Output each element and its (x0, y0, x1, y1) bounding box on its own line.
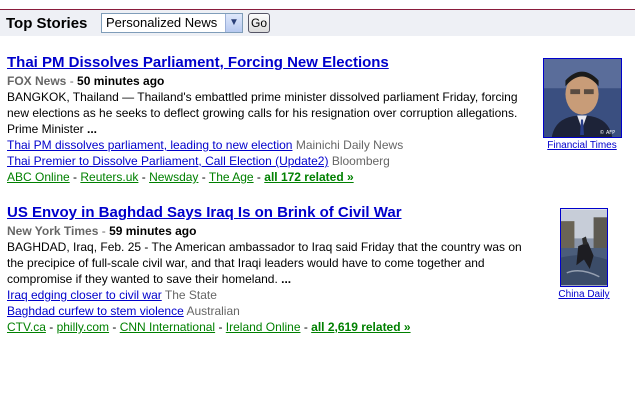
source-link[interactable]: ABC Online (7, 170, 70, 184)
related-link[interactable]: Thai Premier to Dissolve Parliament, Cal… (7, 154, 328, 168)
source-link[interactable]: CTV.ca (7, 320, 46, 334)
story-item: US Envoy in Baghdad Says Iraq Is on Brin… (7, 204, 532, 335)
section-title: Top Stories (6, 15, 88, 32)
snippet-text: BAGHDAD, Iraq, Feb. 25 - The American am… (7, 240, 522, 286)
source-link[interactable]: CNN International (120, 320, 215, 334)
related-article: Iraq edging closer to civil war The Stat… (7, 287, 532, 303)
story-age: 59 minutes ago (109, 224, 197, 238)
story-source: New York Times (7, 224, 99, 238)
story-item: Thai PM Dissolves Parliament, Forcing Ne… (7, 54, 532, 185)
more-sources: CTV.ca - philly.com - CNN International … (7, 320, 411, 334)
photo-credit: © AFP (599, 129, 615, 136)
related-link[interactable]: Baghdad curfew to stem violence (7, 304, 184, 318)
story-title-link[interactable]: Thai PM Dissolves Parliament, Forcing Ne… (7, 54, 532, 72)
related-source: Australian (186, 304, 240, 318)
go-button[interactable]: Go (248, 13, 270, 33)
snippet-text: BANGKOK, Thailand — Thailand's embattled… (7, 90, 518, 136)
snippet-ellipsis: ... (87, 122, 98, 136)
story-snippet: BAGHDAD, Iraq, Feb. 25 - The American am… (7, 239, 532, 287)
meta-separator: - (98, 224, 110, 238)
source-link[interactable]: Ireland Online (226, 320, 301, 334)
story-meta: FOX News - 50 minutes ago (7, 73, 532, 89)
snippet-ellipsis: ... (281, 272, 292, 286)
story-title-link[interactable]: US Envoy in Baghdad Says Iraq Is on Brin… (7, 204, 532, 222)
source-link[interactable]: philly.com (57, 320, 109, 334)
story-age: 50 minutes ago (77, 74, 165, 88)
story-meta: New York Times - 59 minutes ago (7, 223, 532, 239)
meta-separator: - (66, 74, 78, 88)
related-link[interactable]: Iraq edging closer to civil war (7, 288, 162, 302)
story-thumbnail[interactable]: China Daily (552, 208, 616, 300)
related-article: Baghdad curfew to stem violence Australi… (7, 303, 532, 319)
story-source: FOX News (7, 74, 67, 88)
edition-select-value: Personalized News (106, 15, 218, 30)
related-source: Bloomberg (331, 154, 390, 168)
thumbnail-caption-link[interactable]: Financial Times (542, 140, 622, 151)
related-article: Thai Premier to Dissolve Parliament, Cal… (7, 153, 532, 169)
source-link[interactable]: The Age (209, 170, 254, 184)
source-link[interactable]: Reuters.uk (80, 170, 138, 184)
top-stories-bar: Top Stories Personalized News ▼ Go (0, 9, 635, 36)
street-scene-photo-icon[interactable] (560, 208, 608, 287)
related-link[interactable]: Thai PM dissolves parliament, leading to… (7, 138, 292, 152)
story-snippet: BANGKOK, Thailand — Thailand's embattled… (7, 89, 532, 137)
edition-select[interactable]: Personalized News ▼ (101, 13, 243, 33)
all-related-link[interactable]: all 172 related » (264, 170, 353, 184)
person-photo-icon[interactable]: © AFP (542, 58, 622, 138)
related-source: Mainichi Daily News (295, 138, 404, 152)
source-link[interactable]: Newsday (149, 170, 198, 184)
chevron-down-icon[interactable]: ▼ (225, 14, 242, 32)
all-related-link[interactable]: all 2,619 related » (311, 320, 410, 334)
more-sources: ABC Online - Reuters.uk - Newsday - The … (7, 170, 354, 184)
story-thumbnail[interactable]: © AFP Financial Times (542, 58, 622, 151)
related-source: The State (164, 288, 217, 302)
thumbnail-caption-link[interactable]: China Daily (552, 289, 616, 300)
related-article: Thai PM dissolves parliament, leading to… (7, 137, 532, 153)
